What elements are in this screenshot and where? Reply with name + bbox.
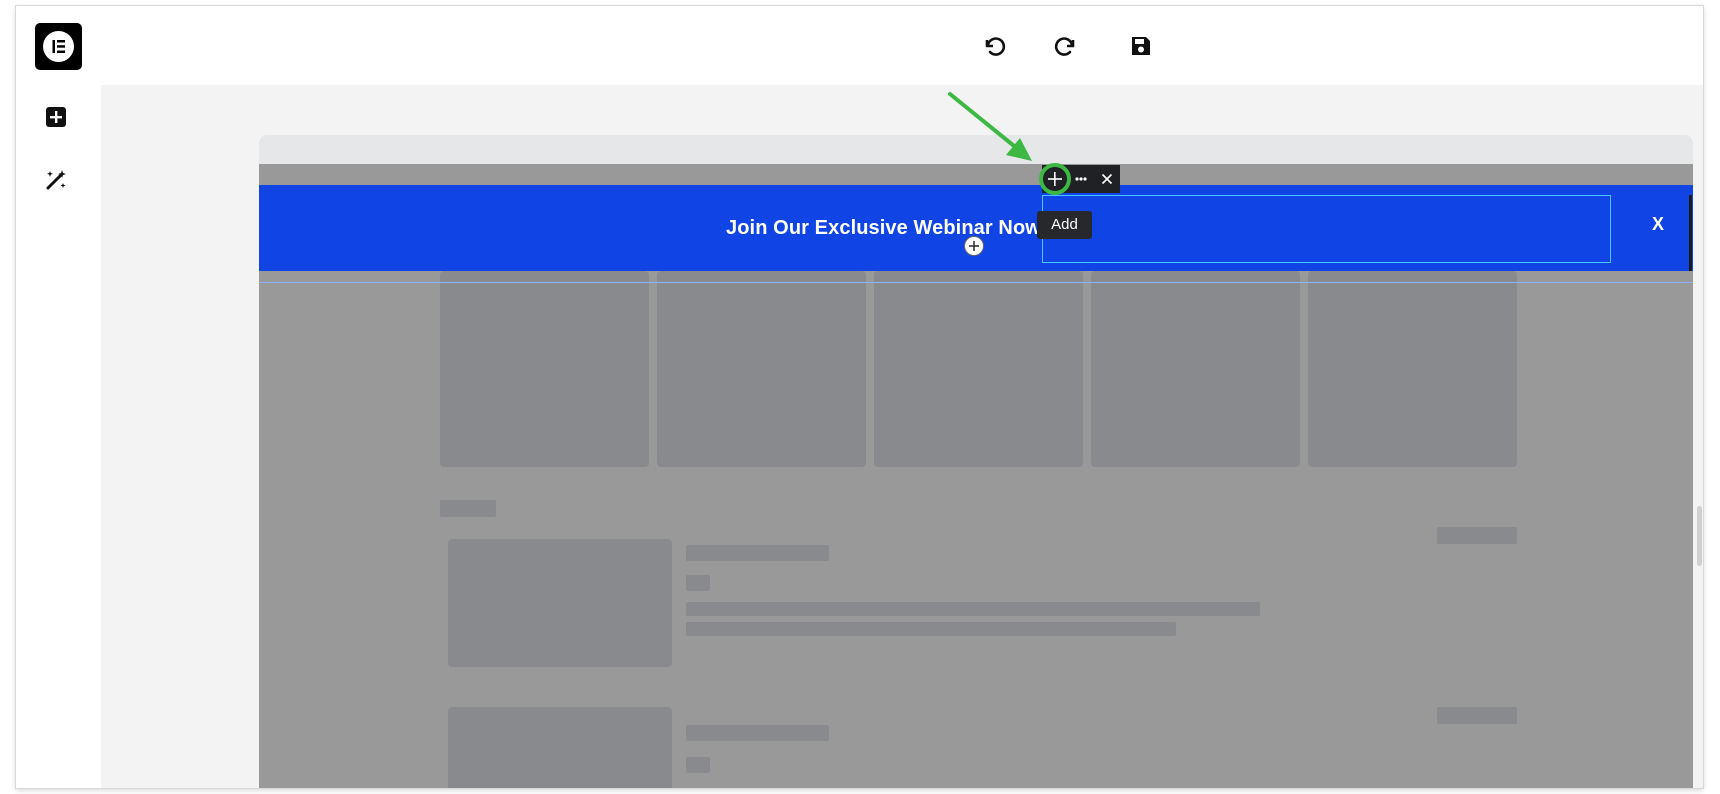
close-icon[interactable] bbox=[1094, 165, 1120, 193]
skeleton-line bbox=[686, 622, 1176, 636]
banner-close-button[interactable]: X bbox=[1652, 214, 1664, 235]
skeleton-line bbox=[686, 602, 1260, 616]
skeleton-thumbnail bbox=[448, 539, 672, 667]
magic-wand-icon[interactable] bbox=[41, 165, 71, 195]
skeleton-line bbox=[686, 545, 829, 561]
skeleton-line bbox=[686, 757, 710, 773]
editor-window: Join Our Exclusive Webinar Now X Add bbox=[16, 6, 1703, 788]
more-icon[interactable] bbox=[1068, 165, 1094, 193]
skeleton-badge bbox=[1437, 527, 1517, 544]
undo-icon[interactable] bbox=[978, 31, 1008, 61]
skeleton-card bbox=[1308, 271, 1517, 467]
plus-icon[interactable] bbox=[1042, 165, 1068, 193]
section-outline bbox=[259, 282, 1693, 283]
selected-container-outline[interactable] bbox=[1042, 195, 1611, 263]
skeleton-line bbox=[686, 575, 710, 591]
save-icon[interactable] bbox=[1126, 31, 1156, 61]
skeleton-card bbox=[874, 271, 1083, 467]
page-preview: Join Our Exclusive Webinar Now X Add bbox=[259, 135, 1693, 788]
skeleton-badge bbox=[1437, 707, 1517, 724]
page-content: Join Our Exclusive Webinar Now X Add bbox=[259, 164, 1693, 788]
left-sidebar bbox=[16, 85, 101, 788]
scrollbar[interactable] bbox=[1697, 506, 1702, 566]
skeleton-card bbox=[440, 271, 649, 467]
skeleton-heading bbox=[440, 500, 496, 517]
skeleton-thumbnail bbox=[448, 707, 672, 788]
banner-title: Join Our Exclusive Webinar Now bbox=[726, 217, 1041, 239]
section-handle[interactable] bbox=[1689, 195, 1692, 271]
element-toolbar bbox=[1042, 165, 1120, 193]
skeleton-card bbox=[1091, 271, 1300, 467]
editor-canvas: Join Our Exclusive Webinar Now X Add bbox=[101, 85, 1703, 788]
skeleton-card bbox=[657, 271, 866, 467]
redo-icon[interactable] bbox=[1052, 31, 1082, 61]
add-element-icon[interactable] bbox=[41, 102, 71, 132]
top-bar bbox=[16, 6, 1703, 85]
skeleton-line bbox=[686, 725, 829, 741]
add-tooltip: Add bbox=[1037, 211, 1092, 239]
add-section-icon[interactable] bbox=[964, 236, 984, 256]
elementor-logo-icon[interactable] bbox=[35, 23, 82, 70]
